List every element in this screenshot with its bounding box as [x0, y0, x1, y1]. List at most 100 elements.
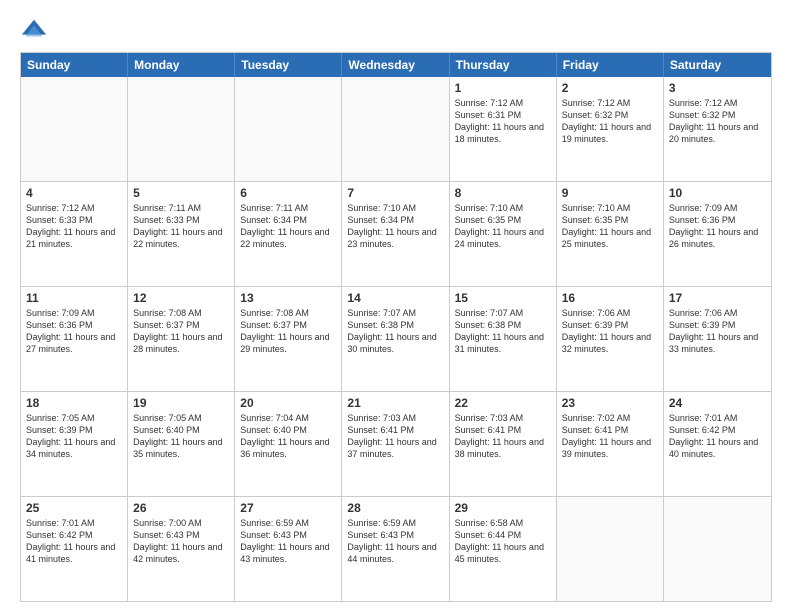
calendar-cell: 29 Sunrise: 6:58 AM Sunset: 6:44 PM Dayli… [450, 497, 557, 601]
calendar-cell: 19 Sunrise: 7:05 AM Sunset: 6:40 PM Dayli… [128, 392, 235, 496]
calendar-cell: 6 Sunrise: 7:11 AM Sunset: 6:34 PM Daylig… [235, 182, 342, 286]
page: SundayMondayTuesdayWednesdayThursdayFrid… [0, 0, 792, 612]
logo [20, 16, 52, 44]
cell-text: Sunrise: 7:09 AM Sunset: 6:36 PM Dayligh… [669, 203, 758, 249]
calendar-cell: 3Sunrise: 7:12 AM Sunset: 6:32 PM Daylig… [664, 77, 771, 181]
calendar-week-row: 1 Sunrise: 7:12 AM Sunset: 6:31 PM Daylig… [21, 77, 771, 182]
cell-text: Sunrise: 7:05 AM Sunset: 6:39 PM Dayligh… [26, 413, 115, 459]
cell-text: Sunrise: 7:06 AM Sunset: 6:39 PM Dayligh… [562, 308, 651, 354]
calendar-week-row: 25 Sunrise: 7:01 AM Sunset: 6:42 PM Dayli… [21, 497, 771, 601]
calendar-header-cell: Thursday [450, 53, 557, 77]
day-number: 28 [347, 501, 443, 515]
calendar-cell: 16 Sunrise: 7:06 AM Sunset: 6:39 PM Dayli… [557, 287, 664, 391]
cell-text: Sunrise: 7:05 AM Sunset: 6:40 PM Dayligh… [133, 413, 222, 459]
day-number: 7 [347, 186, 443, 200]
calendar-header-cell: Saturday [664, 53, 771, 77]
calendar-cell [557, 497, 664, 601]
calendar-cell: 2 Sunrise: 7:12 AM Sunset: 6:32 PM Daylig… [557, 77, 664, 181]
calendar-cell: 5 Sunrise: 7:11 AM Sunset: 6:33 PM Daylig… [128, 182, 235, 286]
calendar-header-cell: Wednesday [342, 53, 449, 77]
day-number: 27 [240, 501, 336, 515]
calendar-cell: 28 Sunrise: 6:59 AM Sunset: 6:43 PM Dayli… [342, 497, 449, 601]
calendar-header-cell: Monday [128, 53, 235, 77]
calendar-cell: 23 Sunrise: 7:02 AM Sunset: 6:41 PM Dayli… [557, 392, 664, 496]
day-number: 21 [347, 396, 443, 410]
day-number: 4 [26, 186, 122, 200]
calendar-cell: 27 Sunrise: 6:59 AM Sunset: 6:43 PM Dayli… [235, 497, 342, 601]
day-number: 18 [26, 396, 122, 410]
day-number: 8 [455, 186, 551, 200]
cell-text: Sunrise: 7:07 AM Sunset: 6:38 PM Dayligh… [455, 308, 544, 354]
cell-text: Sunrise: 7:11 AM Sunset: 6:33 PM Dayligh… [133, 203, 222, 249]
cell-text: Sunrise: 7:01 AM Sunset: 6:42 PM Dayligh… [26, 518, 115, 564]
day-number: 10 [669, 186, 766, 200]
day-number: 12 [133, 291, 229, 305]
calendar-cell: 1 Sunrise: 7:12 AM Sunset: 6:31 PM Daylig… [450, 77, 557, 181]
calendar-cell: 12Sunrise: 7:08 AM Sunset: 6:37 PM Dayli… [128, 287, 235, 391]
day-number: 6 [240, 186, 336, 200]
cell-text: Sunrise: 7:11 AM Sunset: 6:34 PM Dayligh… [240, 203, 329, 249]
logo-icon [20, 16, 48, 44]
calendar-week-row: 11 Sunrise: 7:09 AM Sunset: 6:36 PM Dayli… [21, 287, 771, 392]
calendar-cell [342, 77, 449, 181]
cell-text: Sunrise: 7:09 AM Sunset: 6:36 PM Dayligh… [26, 308, 115, 354]
day-number: 1 [455, 81, 551, 95]
calendar-header-cell: Friday [557, 53, 664, 77]
day-number: 17 [669, 291, 766, 305]
calendar-cell: 9Sunrise: 7:10 AM Sunset: 6:35 PM Daylig… [557, 182, 664, 286]
day-number: 20 [240, 396, 336, 410]
day-number: 13 [240, 291, 336, 305]
day-number: 15 [455, 291, 551, 305]
cell-text: Sunrise: 7:12 AM Sunset: 6:32 PM Dayligh… [562, 98, 651, 144]
cell-text: Sunrise: 6:58 AM Sunset: 6:44 PM Dayligh… [455, 518, 544, 564]
day-number: 29 [455, 501, 551, 515]
calendar-cell: 8 Sunrise: 7:10 AM Sunset: 6:35 PM Daylig… [450, 182, 557, 286]
day-number: 16 [562, 291, 658, 305]
cell-text: Sunrise: 6:59 AM Sunset: 6:43 PM Dayligh… [240, 518, 329, 564]
calendar-cell: 17 Sunrise: 7:06 AM Sunset: 6:39 PM Dayli… [664, 287, 771, 391]
cell-text: Sunrise: 6:59 AM Sunset: 6:43 PM Dayligh… [347, 518, 436, 564]
header [20, 16, 772, 44]
cell-text: Sunrise: 7:02 AM Sunset: 6:41 PM Dayligh… [562, 413, 651, 459]
calendar-cell: 18 Sunrise: 7:05 AM Sunset: 6:39 PM Dayli… [21, 392, 128, 496]
calendar-week-row: 4 Sunrise: 7:12 AM Sunset: 6:33 PM Daylig… [21, 182, 771, 287]
calendar-cell: 4 Sunrise: 7:12 AM Sunset: 6:33 PM Daylig… [21, 182, 128, 286]
calendar-cell: 22 Sunrise: 7:03 AM Sunset: 6:41 PM Dayli… [450, 392, 557, 496]
calendar-cell: 20 Sunrise: 7:04 AM Sunset: 6:40 PM Dayli… [235, 392, 342, 496]
calendar-cell [21, 77, 128, 181]
calendar-cell: 13Sunrise: 7:08 AM Sunset: 6:37 PM Dayli… [235, 287, 342, 391]
calendar-cell: 11 Sunrise: 7:09 AM Sunset: 6:36 PM Dayli… [21, 287, 128, 391]
day-number: 25 [26, 501, 122, 515]
day-number: 23 [562, 396, 658, 410]
calendar-cell [128, 77, 235, 181]
day-number: 5 [133, 186, 229, 200]
cell-text: Sunrise: 7:12 AM Sunset: 6:31 PM Dayligh… [455, 98, 544, 144]
calendar-cell: 10 Sunrise: 7:09 AM Sunset: 6:36 PM Dayli… [664, 182, 771, 286]
cell-text: Sunrise: 7:10 AM Sunset: 6:35 PM Dayligh… [455, 203, 544, 249]
day-number: 22 [455, 396, 551, 410]
cell-text: Sunrise: 7:07 AM Sunset: 6:38 PM Dayligh… [347, 308, 436, 354]
cell-text: Sunrise: 7:12 AM Sunset: 6:33 PM Dayligh… [26, 203, 115, 249]
calendar-header-cell: Tuesday [235, 53, 342, 77]
day-number: 26 [133, 501, 229, 515]
cell-text: Sunrise: 7:00 AM Sunset: 6:43 PM Dayligh… [133, 518, 222, 564]
day-number: 3 [669, 81, 766, 95]
cell-text: Sunrise: 7:10 AM Sunset: 6:35 PM Dayligh… [562, 203, 651, 249]
calendar-body: 1 Sunrise: 7:12 AM Sunset: 6:31 PM Daylig… [21, 77, 771, 601]
cell-text: Sunrise: 7:01 AM Sunset: 6:42 PM Dayligh… [669, 413, 758, 459]
calendar-cell: 7 Sunrise: 7:10 AM Sunset: 6:34 PM Daylig… [342, 182, 449, 286]
calendar: SundayMondayTuesdayWednesdayThursdayFrid… [20, 52, 772, 602]
day-number: 11 [26, 291, 122, 305]
calendar-header-cell: Sunday [21, 53, 128, 77]
cell-text: Sunrise: 7:06 AM Sunset: 6:39 PM Dayligh… [669, 308, 758, 354]
day-number: 24 [669, 396, 766, 410]
cell-text: Sunrise: 7:03 AM Sunset: 6:41 PM Dayligh… [455, 413, 544, 459]
cell-text: Sunrise: 7:10 AM Sunset: 6:34 PM Dayligh… [347, 203, 436, 249]
calendar-cell: 15 Sunrise: 7:07 AM Sunset: 6:38 PM Dayli… [450, 287, 557, 391]
cell-text: Sunrise: 7:04 AM Sunset: 6:40 PM Dayligh… [240, 413, 329, 459]
calendar-cell: 25 Sunrise: 7:01 AM Sunset: 6:42 PM Dayli… [21, 497, 128, 601]
day-number: 19 [133, 396, 229, 410]
day-number: 2 [562, 81, 658, 95]
calendar-week-row: 18 Sunrise: 7:05 AM Sunset: 6:39 PM Dayli… [21, 392, 771, 497]
calendar-cell: 14Sunrise: 7:07 AM Sunset: 6:38 PM Dayli… [342, 287, 449, 391]
